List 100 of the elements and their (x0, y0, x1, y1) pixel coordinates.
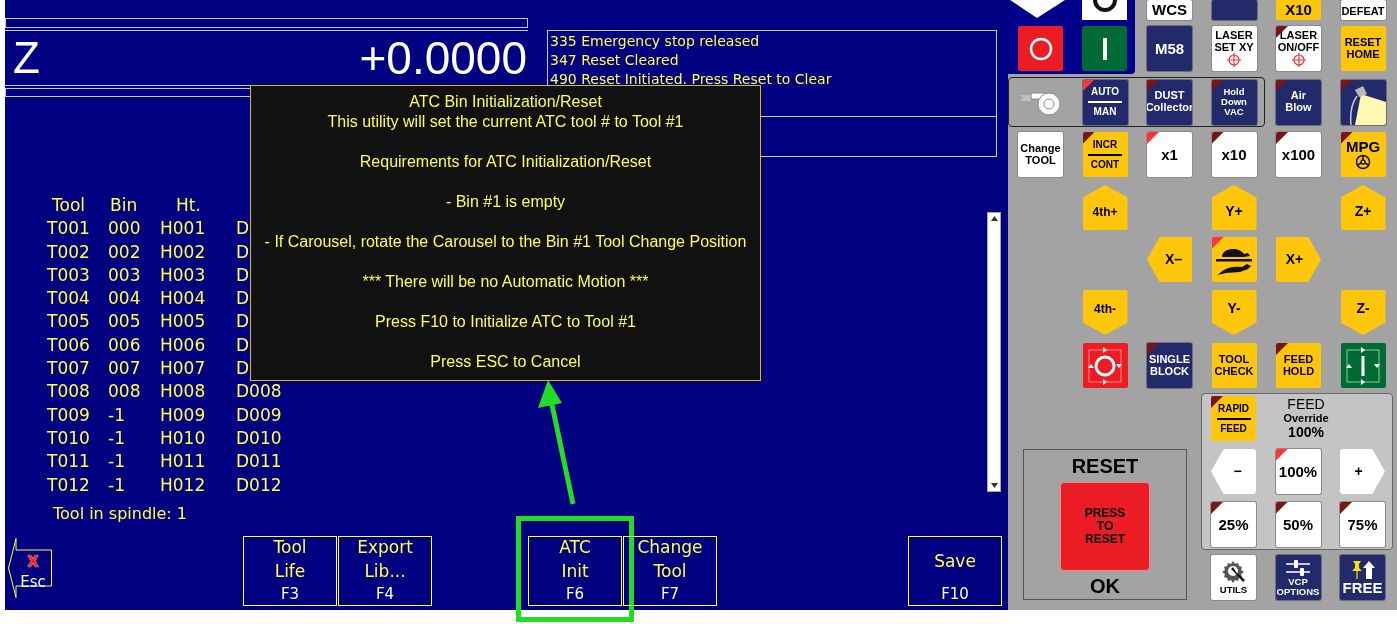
table-cell-text: H003 (160, 263, 206, 287)
panel-button[interactable] (1340, 79, 1386, 125)
function-key[interactable]: Export Lib... F4 (338, 535, 432, 606)
panel-button[interactable]: Change TOOL (1018, 132, 1063, 177)
button-label: Air (1290, 90, 1307, 102)
button-label: HOME (1346, 48, 1380, 61)
table-cell: H007 (160, 357, 206, 381)
panel-button[interactable]: Hold Down VAC (1211, 79, 1257, 125)
feed-subtitle: Override (1283, 412, 1329, 425)
table-cell-text: -1 (108, 426, 125, 450)
panel-button[interactable]: − (1211, 449, 1256, 494)
panel-button[interactable]: Z+ (1340, 185, 1386, 230)
panel-button[interactable]: 4th- (1082, 290, 1128, 335)
panel-button[interactable]: X– (1147, 237, 1192, 282)
column-header: Ht. (175, 194, 201, 217)
button-label: LASER (1215, 29, 1253, 42)
button-label: SET XY (1214, 41, 1254, 54)
button-label: Hold (1223, 87, 1245, 97)
panel-button[interactable]: M58 (1147, 26, 1192, 71)
panel-button[interactable]: Y+ (1211, 185, 1257, 230)
table-cell-text: D (236, 263, 250, 287)
panel-button[interactable]: Y- (1211, 290, 1257, 335)
scroll-up-icon[interactable] (990, 216, 998, 221)
key-shortcut: F7 (660, 583, 680, 605)
column-header: Bin (109, 194, 138, 217)
axis-label: Z (13, 36, 40, 80)
panel-button[interactable]: AUTO MAN (1082, 79, 1128, 125)
panel-button[interactable]: SINGLE BLOCK (1147, 343, 1192, 388)
panel-button[interactable]: FEED HOLD (1276, 343, 1321, 388)
table-cell-text: D (236, 333, 250, 357)
panel-button[interactable]: Z- (1340, 290, 1386, 335)
panel-button[interactable]: x1 (1147, 132, 1192, 177)
panel-button[interactable]: RESET HOME (1340, 26, 1386, 71)
table-cell: 002 (108, 240, 141, 264)
panel-button[interactable]: UTILS (1211, 555, 1256, 600)
table-cell: D (236, 287, 250, 311)
button-label: VCP (1288, 576, 1308, 587)
table-cell: D (236, 240, 250, 264)
function-key[interactable]: Tool Life F3 (243, 535, 337, 606)
button-label: 50% (1283, 516, 1313, 533)
panel-button[interactable]: FREE (1340, 555, 1385, 600)
function-key[interactable]: ATC Init F6 (528, 535, 622, 606)
chevron-icon (1010, 0, 1065, 18)
table-cell: D012 (236, 473, 282, 497)
button-label: RESET (1344, 36, 1382, 49)
panel-button[interactable]: LASER ON/OFF (1276, 26, 1321, 71)
button-label: DEFEAT (1341, 6, 1385, 18)
table-cell: H002 (160, 240, 206, 264)
panel-button[interactable]: Air Blow (1276, 79, 1321, 125)
panel-button[interactable]: X10 (1276, 0, 1321, 20)
button-label: ON/OFF (1277, 41, 1320, 54)
table-cell: 004 (108, 287, 141, 311)
button-label: OPTIONS (1276, 586, 1320, 597)
reset-button[interactable]: PRESS TO RESET (1060, 482, 1150, 571)
panel-button[interactable]: x10 (1211, 132, 1257, 177)
panel-button[interactable]: WCS (1147, 0, 1192, 20)
table-cell-text: D010 (236, 426, 282, 450)
table-cell: H011 (160, 450, 206, 474)
function-key[interactable]: Change Tool F7 (623, 535, 717, 606)
button-label: x100 (1281, 146, 1316, 163)
panel-button[interactable] (1082, 26, 1127, 71)
scroll-down-icon[interactable] (990, 483, 998, 488)
table-cell: H005 (160, 310, 206, 334)
dialog-text: - If Carousel, rotate the Carousel to the Bin #1 Tool Change Position (264, 232, 747, 252)
panel-button[interactable]: MPG (1340, 132, 1386, 177)
table-cell-text: H010 (160, 426, 206, 450)
panel-button[interactable] (1211, 237, 1257, 282)
button-label: 25% (1218, 516, 1249, 533)
key-label: Save (934, 549, 976, 573)
button-label: INCR (1092, 139, 1118, 150)
panel-button[interactable]: + (1340, 449, 1385, 494)
escape-button[interactable]: X Esc (8, 537, 52, 598)
panel-button[interactable]: 100% (1275, 449, 1321, 494)
table-cell: D (236, 217, 250, 241)
button-label: Esc (20, 571, 46, 592)
key-label: Change (637, 535, 703, 559)
table-cell: T001 (47, 217, 90, 241)
button-label: LASER (1279, 29, 1318, 42)
panel-button[interactable]: VCP OPTIONS (1275, 555, 1321, 600)
panel-button[interactable]: 4th+ (1082, 185, 1128, 230)
panel-button[interactable]: 50% (1275, 502, 1321, 547)
panel-button[interactable]: RAPID FEED (1211, 396, 1256, 441)
panel-button[interactable]: 75% (1340, 502, 1385, 547)
panel-button[interactable]: INCR CONT (1082, 132, 1128, 177)
panel-button[interactable]: LASER SET XY (1211, 26, 1257, 71)
key-shortcut: F6 (565, 583, 585, 605)
table-cell: T008 (47, 380, 90, 404)
button-label: UTILS (1219, 584, 1248, 595)
function-key[interactable]: Save F10 (908, 535, 1002, 606)
table-cell: 000 (108, 217, 141, 241)
button-label: MAN (1093, 107, 1117, 117)
button-label: X– (1164, 250, 1183, 269)
scrollbar[interactable] (987, 212, 1001, 492)
panel-button[interactable]: DEFEAT (1340, 0, 1386, 20)
panel-button[interactable]: TOOL CHECK (1211, 343, 1257, 388)
panel-button[interactable] (1340, 343, 1386, 388)
panel-button[interactable]: 25% (1211, 502, 1256, 547)
panel-button[interactable]: x100 (1276, 132, 1321, 177)
panel-button[interactable]: X+ (1276, 237, 1321, 282)
button-label: VAC (1224, 107, 1244, 117)
